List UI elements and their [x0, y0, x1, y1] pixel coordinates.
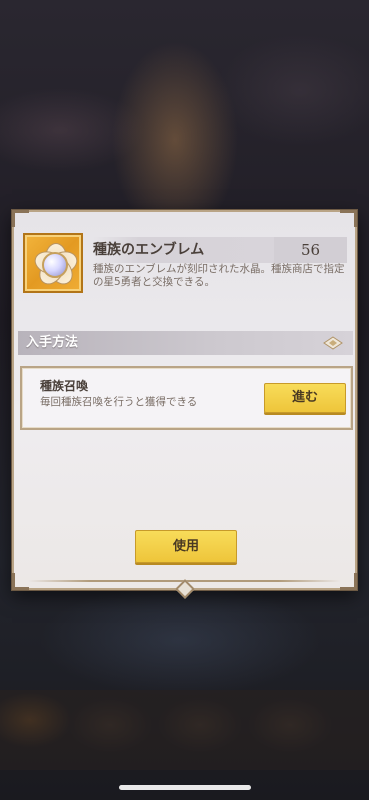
acquisition-section-header: 入手方法 [18, 331, 353, 355]
method-title: 種族召喚 [40, 379, 89, 393]
item-description: 種族のエンブレムが刻印された水晶。種族商店で指定の星5勇者と交換できる。 [93, 263, 345, 288]
race-emblem-crystal-icon [23, 233, 83, 293]
use-button[interactable]: 使用 [135, 530, 237, 563]
corner-ornament [340, 210, 357, 227]
go-button[interactable]: 進む [264, 383, 346, 413]
item-name: 種族のエンブレム [93, 237, 279, 263]
item-info-dialog: 種族のエンブレム 56 種族のエンブレムが刻印された水晶。種族商店で指定の星5勇… [12, 210, 357, 599]
corner-ornament [12, 573, 29, 590]
acquisition-method-card: 種族召喚 毎回種族召喚を行うと獲得できる 進む [20, 366, 353, 430]
method-description: 毎回種族召喚を行うと獲得できる [40, 396, 198, 408]
diamond-ornament-icon [323, 336, 343, 350]
corner-ornament [340, 573, 357, 590]
section-title: 入手方法 [26, 335, 79, 350]
blurred-bottom-menu [0, 690, 369, 770]
corner-ornament [12, 210, 29, 227]
home-indicator[interactable] [119, 785, 251, 790]
item-count: 56 [274, 237, 347, 263]
